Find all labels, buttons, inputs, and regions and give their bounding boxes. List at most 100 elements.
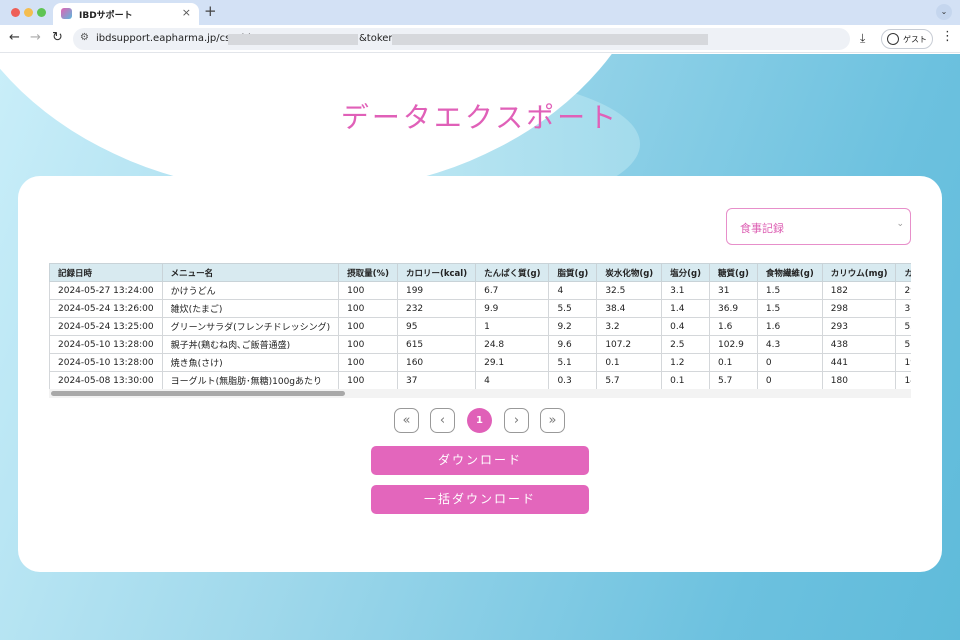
table-cell: 615 (396, 335, 477, 354)
chevron-down-icon: ⌄ (896, 219, 904, 229)
column-header[interactable]: 塩分(g) (661, 263, 711, 282)
current-page-button[interactable]: 1 (467, 408, 492, 433)
table-cell: 95 (396, 317, 477, 336)
column-header[interactable]: カリウム(mg) (821, 263, 897, 282)
window-close-button[interactable] (11, 8, 20, 17)
browser-tab-bar: IBDサポート × + ⌄ (0, 0, 960, 25)
next-page-button[interactable]: › (504, 408, 529, 433)
data-table: 記録日時 メニュー名 摂取量(%) カロリー(kcal) たんぱく質(g) 脂質… (49, 263, 911, 390)
table-cell: 37 (895, 299, 911, 318)
table-cell: 100 (338, 335, 398, 354)
page-title: データエクスポート (340, 101, 620, 134)
column-header[interactable]: 摂取量(%) (338, 263, 398, 282)
table-cell: 0 (756, 371, 823, 390)
horizontal-scrollbar[interactable] (49, 389, 911, 398)
browser-tab[interactable]: IBDサポート × (53, 3, 199, 25)
column-header[interactable]: メニュー名 (161, 263, 340, 282)
table-header-row: 記録日時 メニュー名 摂取量(%) カロリー(kcal) たんぱく質(g) 脂質… (49, 263, 911, 282)
new-tab-icon[interactable]: + (204, 3, 217, 19)
table-cell: 4.3 (756, 335, 823, 354)
window-maximize-button[interactable] (37, 8, 46, 17)
table-row: 2024-05-10 13:28:00 親子丼(鶏むね肉､ご飯普通盛) 100 615… (49, 335, 911, 354)
site-favicon-icon (61, 8, 72, 19)
table-cell: 1.6 (709, 317, 758, 336)
table-cell: 199 (396, 281, 477, 300)
table-row: 2024-05-10 13:28:00 焼き魚(さけ) 100 160 29.1 5.1 0… (49, 353, 911, 372)
forward-arrow-icon[interactable]: → (30, 30, 41, 46)
page-background: データエクスポート 食事記録 ⌄ 記録日時 メニュー名 摂取量(%) カロリー(… (0, 54, 960, 640)
table-cell: 100 (338, 299, 398, 318)
download-button[interactable]: ダウンロード (371, 446, 589, 475)
table-cell: 9.2 (548, 317, 598, 336)
back-arrow-icon[interactable]: ← (9, 30, 20, 46)
prev-page-button[interactable]: ‹ (430, 408, 455, 433)
table-cell: 140 (895, 371, 911, 390)
table-cell: 100 (338, 371, 398, 390)
table-cell: 0.3 (548, 371, 598, 390)
table-cell: 1.6 (756, 317, 823, 336)
table-cell: 1.5 (756, 281, 823, 300)
table-cell: 2024-05-27 13:24:00 (49, 281, 163, 300)
column-header[interactable]: カロリー(kcal) (396, 263, 477, 282)
table-cell: 5.5 (548, 299, 598, 318)
bulk-download-button[interactable]: 一括ダウンロード (371, 485, 589, 514)
table-cell: 5.7 (596, 371, 663, 390)
site-settings-icon[interactable]: ⚙ (80, 32, 89, 43)
data-table-container[interactable]: 記録日時 メニュー名 摂取量(%) カロリー(kcal) たんぱく質(g) 脂質… (49, 263, 911, 398)
guest-profile-button[interactable]: ゲスト (881, 29, 933, 49)
table-cell: 5.1 (548, 353, 598, 372)
table-body: 2024-05-27 13:24:00 かけうどん 100 199 6.7 4 32.5 3.… (49, 281, 911, 390)
last-page-button[interactable]: » (540, 408, 565, 433)
browser-toolbar: ← → ↻ ⚙ ibdsupport.eapharma.jp/csv?id= &… (0, 25, 960, 53)
table-cell: 雑炊(たまご) (161, 299, 340, 318)
profile-icon (887, 33, 899, 45)
table-cell: ヨーグルト(無脂肪･無糖)100gあたり (161, 371, 340, 390)
column-header[interactable]: 記録日時 (49, 263, 163, 282)
table-cell: 107.2 (596, 335, 663, 354)
table-cell: 3.2 (596, 317, 663, 336)
table-cell: 438 (821, 335, 897, 354)
table-cell: 6.7 (475, 281, 550, 300)
table-cell: 0.1 (709, 353, 758, 372)
table-cell: 100 (338, 353, 398, 372)
reload-icon[interactable]: ↻ (52, 30, 63, 46)
table-cell: 焼き魚(さけ) (161, 353, 340, 372)
table-cell: 38.4 (596, 299, 663, 318)
download-icon[interactable]: ⤓ (860, 31, 865, 46)
first-page-button[interactable]: « (394, 408, 419, 433)
table-cell: かけうどん (161, 281, 340, 300)
scrollbar-thumb[interactable] (51, 391, 345, 396)
window-minimize-button[interactable] (24, 8, 33, 17)
table-cell: 293 (821, 317, 897, 336)
column-header[interactable]: カルシウム (895, 263, 911, 282)
table-cell: 36.9 (709, 299, 758, 318)
table-cell: 1.5 (756, 299, 823, 318)
table-cell: 232 (396, 299, 477, 318)
table-cell: 19 (895, 353, 911, 372)
tab-title: IBDサポート (79, 11, 133, 21)
record-type-select[interactable]: 食事記録 ⌄ (726, 208, 911, 245)
browser-menu-icon[interactable]: ⋮ (941, 29, 954, 44)
table-cell: 37 (396, 371, 477, 390)
address-bar[interactable]: ⚙ ibdsupport.eapharma.jp/csv?id= &token= (73, 28, 850, 50)
table-cell: 29.1 (475, 353, 550, 372)
redacted-token (392, 34, 708, 45)
column-header[interactable]: 炭水化物(g) (596, 263, 663, 282)
tab-close-icon[interactable]: × (182, 6, 191, 19)
table-cell: 3.1 (661, 281, 711, 300)
column-header[interactable]: 食物繊維(g) (756, 263, 823, 282)
table-cell: 9.6 (548, 335, 598, 354)
table-cell: 102.9 (709, 335, 758, 354)
tab-search-icon[interactable]: ⌄ (936, 4, 952, 20)
table-cell: 55 (895, 317, 911, 336)
table-cell: 100 (338, 281, 398, 300)
column-header[interactable]: 脂質(g) (548, 263, 598, 282)
table-row: 2024-05-24 13:25:00 グリーンサラダ(フレンチドレッシング) 10… (49, 317, 911, 336)
table-cell: 親子丼(鶏むね肉､ご飯普通盛) (161, 335, 340, 354)
column-header[interactable]: たんぱく質(g) (475, 263, 550, 282)
table-cell: 0.1 (596, 353, 663, 372)
table-row: 2024-05-27 13:24:00 かけうどん 100 199 6.7 4 32.5 3.… (49, 281, 911, 300)
column-header[interactable]: 糖質(g) (709, 263, 758, 282)
table-cell: 180 (821, 371, 897, 390)
table-cell: 4 (548, 281, 598, 300)
